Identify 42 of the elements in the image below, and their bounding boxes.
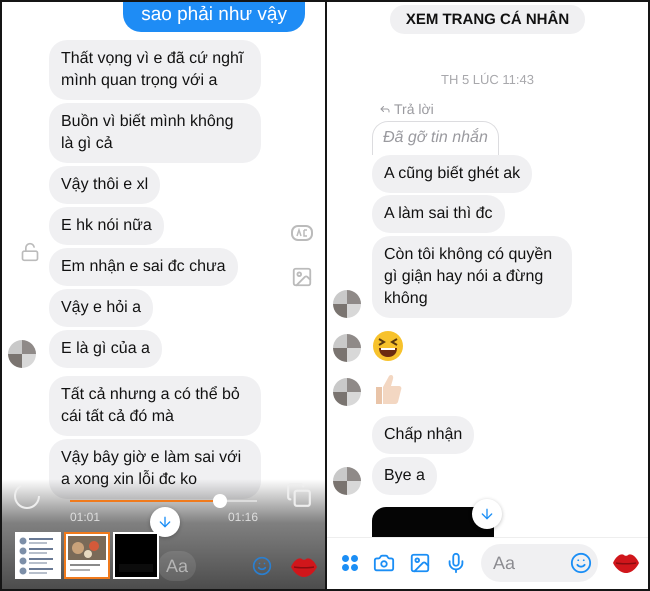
scroll-down-button[interactable] xyxy=(472,499,502,529)
scroll-down-button[interactable] xyxy=(150,507,180,537)
avatar xyxy=(333,467,361,495)
message-bubble: E hk nói nữa xyxy=(49,207,164,245)
message-bubble: Còn tôi không có quyền gì giận hay nói a đừng không xyxy=(372,236,572,318)
timestamp: TH 5 LÚC 11:43 xyxy=(441,72,534,87)
message-bubble: Vậy thôi e xl xyxy=(49,166,160,204)
avatar xyxy=(333,378,361,406)
message-bubble: A cũng biết ghét ak xyxy=(372,155,532,193)
message-bubble: Em nhận e sai đc chưa xyxy=(49,248,238,286)
message-bubble: Vậy e hỏi a xyxy=(49,289,154,327)
message-bubble: E là gì của a xyxy=(49,330,162,368)
duration-time: 01:16 xyxy=(228,510,258,524)
message-bubble: Bye a xyxy=(372,457,437,495)
message-field[interactable]: Aa xyxy=(481,544,598,582)
apps-icon[interactable] xyxy=(341,554,359,572)
caption-icon xyxy=(290,224,314,242)
message-bubble: A làm sai thì đc xyxy=(372,195,504,233)
image-icon xyxy=(291,266,313,288)
sent-message: sao phải như vậy xyxy=(123,2,305,32)
message-bubble: Tất cả nhưng a có thể bỏ cái tất cả đó mà xyxy=(49,376,261,436)
avatar xyxy=(8,340,36,368)
message-bubble: Chấp nhận xyxy=(372,416,474,454)
lips-icon[interactable] xyxy=(612,552,640,574)
laughing-emoji xyxy=(372,330,404,362)
emoji-icon[interactable] xyxy=(252,556,272,576)
message-field[interactable]: Aa xyxy=(158,551,196,581)
message-bubble: Thất vọng vì e đã cứ nghĩ mình quan trọng với a xyxy=(49,40,261,100)
image-icon[interactable] xyxy=(409,552,431,574)
avatar xyxy=(333,290,361,318)
message-bubble: Vậy bây giờ e làm sai với a xong xin lỗi đc ko xyxy=(49,439,261,499)
camera-icon[interactable] xyxy=(373,552,395,574)
avatar xyxy=(333,334,361,362)
view-profile-button[interactable]: XEM TRANG CÁ NHÂN xyxy=(390,5,586,34)
emoji-icon[interactable] xyxy=(570,552,592,574)
reply-label: Trả lời xyxy=(394,101,434,117)
slider-thumb[interactable] xyxy=(212,494,227,508)
message-bubble: Buồn vì biết mình không là gì cả xyxy=(49,103,261,163)
reply-icon xyxy=(379,103,391,115)
elapsed-time: 01:01 xyxy=(70,510,100,524)
lock-icon xyxy=(20,242,40,262)
thumbnail[interactable] xyxy=(64,532,110,579)
